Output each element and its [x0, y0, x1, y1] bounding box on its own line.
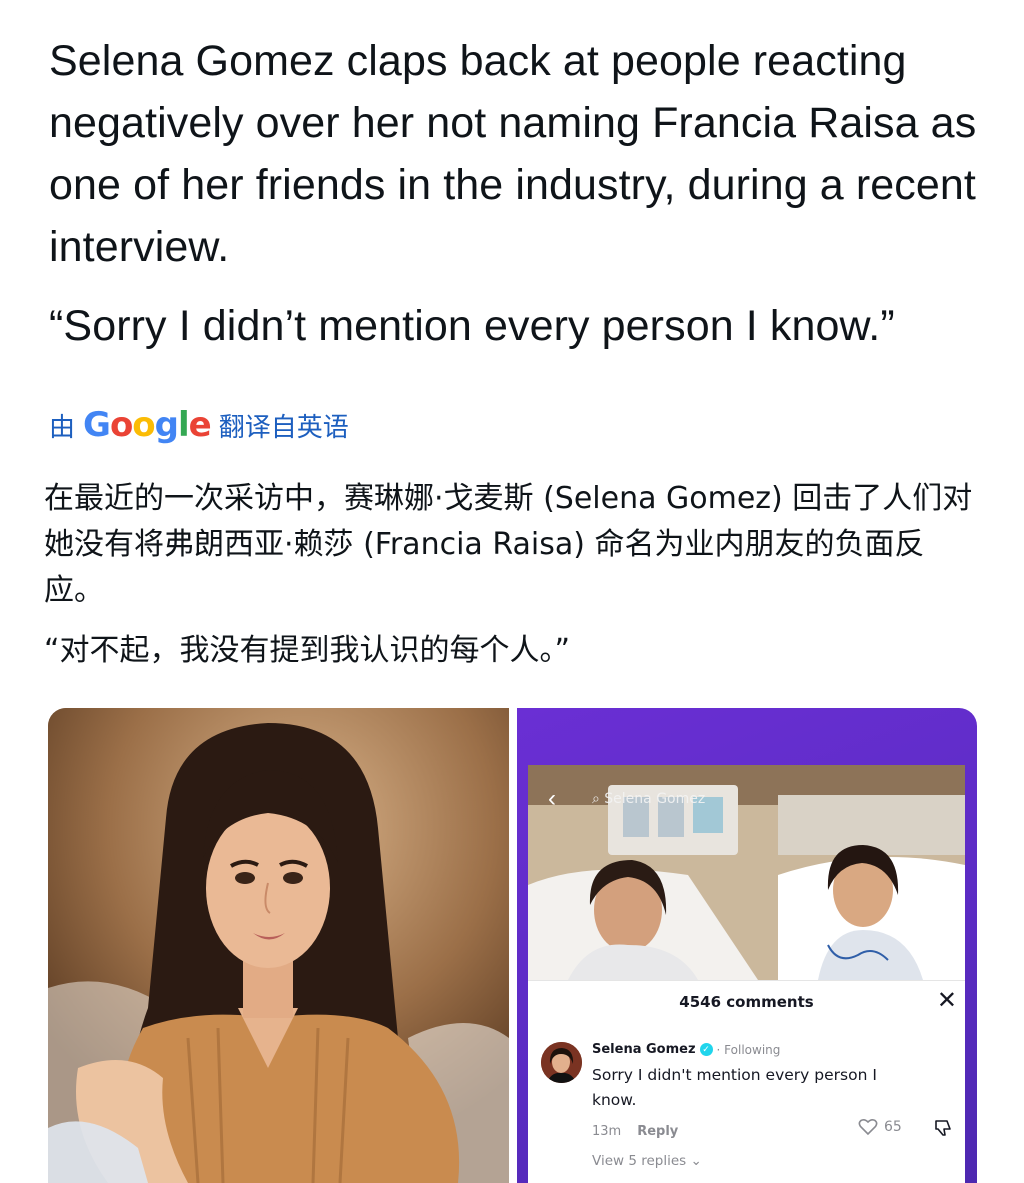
thumbs-down-icon	[935, 1120, 951, 1136]
reply-button[interactable]: Reply	[637, 1124, 678, 1139]
verified-icon: ✓	[699, 1043, 713, 1056]
video-search-label: Selena Gomez	[604, 791, 706, 807]
comment-time: 13m	[592, 1124, 622, 1139]
comment-meta: 13m Reply	[592, 1124, 678, 1139]
avatar[interactable]	[541, 1042, 582, 1083]
view-replies-label: View 5 replies	[592, 1153, 687, 1169]
portrait-photo[interactable]	[48, 708, 509, 1183]
like-button[interactable]: 65	[858, 1118, 902, 1136]
translate-suffix: 翻译自英语	[218, 412, 349, 443]
heart-icon	[858, 1118, 878, 1136]
comments-count: 4546 comments	[679, 993, 814, 1011]
translate-attribution[interactable]: 由 Google 翻译自英语	[49, 402, 349, 448]
close-icon[interactable]: ✕	[937, 986, 957, 1014]
comment-text: Sorry I didn't mention every person I kn…	[592, 1066, 877, 1109]
chevron-down-icon: ⌄	[690, 1153, 702, 1169]
view-replies-link[interactable]: View 5 replies ⌄	[592, 1153, 702, 1169]
tiktok-screen: ‹ ⌕ Selena Gomez 4546 comments ✕ Selena …	[528, 765, 965, 1183]
tiktok-screenshot-panel[interactable]: ‹ ⌕ Selena Gomez 4546 comments ✕ Selena …	[517, 708, 977, 1183]
video-search-overlay[interactable]: ⌕ Selena Gomez	[592, 791, 705, 807]
translated-text-block: 在最近的一次采访中，赛琳娜·戈麦斯 (Selena Gomez) 回击了人们对她…	[44, 476, 979, 674]
dislike-button[interactable]	[932, 1118, 952, 1143]
following-status: · Following	[716, 1042, 781, 1057]
portrait-illustration	[48, 708, 509, 1183]
comments-panel: 4546 comments ✕ Selena Gomez ✓ · Followi…	[528, 980, 965, 1183]
tweet-text-block: Selena Gomez claps back at people reacti…	[49, 30, 979, 357]
hospital-video-thumbnail[interactable]: ‹ ⌕ Selena Gomez	[528, 765, 965, 980]
translated-quote: “对不起，我没有提到我认识的每个人。”	[44, 633, 571, 668]
comment-author-row: Selena Gomez ✓ · Following	[592, 1042, 780, 1057]
google-logo: Google	[83, 405, 212, 445]
tweet-text: Selena Gomez claps back at people reacti…	[49, 37, 977, 271]
translate-prefix: 由	[49, 412, 76, 443]
tweet-quote: “Sorry I didn’t mention every person I k…	[49, 302, 895, 350]
translated-paragraph: 在最近的一次采访中，赛琳娜·戈麦斯 (Selena Gomez) 回击了人们对她…	[44, 481, 973, 608]
comment-author[interactable]: Selena Gomez	[592, 1042, 696, 1057]
like-count: 65	[884, 1119, 902, 1135]
avatar-image	[541, 1042, 582, 1083]
back-chevron-icon[interactable]: ‹	[548, 785, 556, 813]
